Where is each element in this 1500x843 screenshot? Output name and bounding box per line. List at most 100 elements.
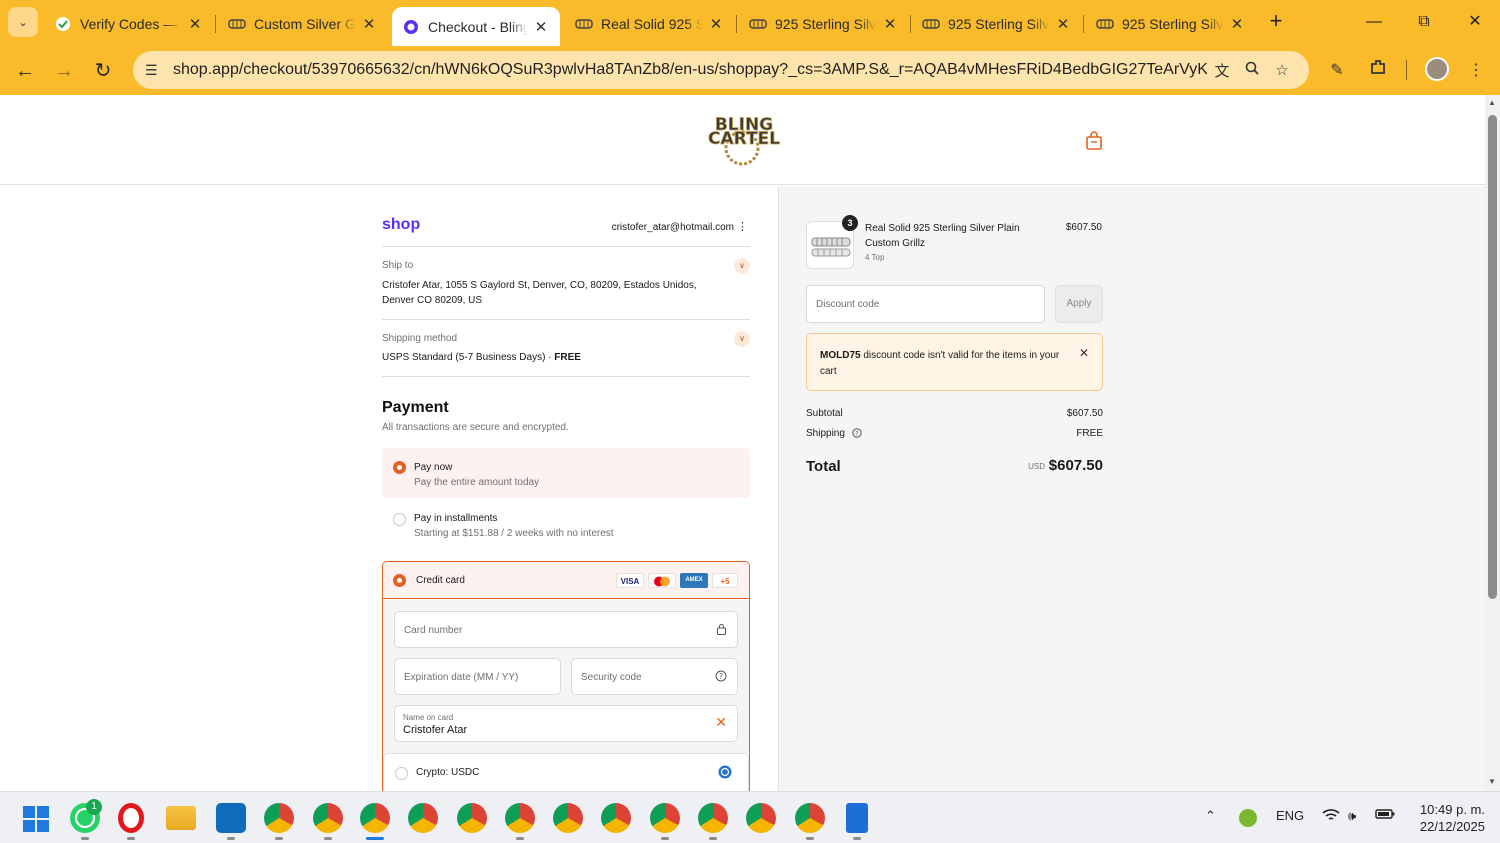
discount-code-input[interactable]: Discount code [806, 285, 1045, 323]
expiry-input[interactable]: Expiration date (MM / YY) [394, 658, 561, 695]
shopping-bag-icon[interactable] [1085, 131, 1103, 151]
credit-card-option[interactable]: Credit card VISA AMEX +5 [383, 562, 749, 599]
chrome-profile-icon-1[interactable] [264, 803, 294, 833]
close-icon[interactable]: ✕ [881, 15, 899, 33]
outlook-icon[interactable] [216, 803, 246, 833]
total-row: Total USD $607.50 [806, 456, 1103, 476]
chrome-profile-icon-9[interactable] [650, 803, 680, 833]
discount-error-alert: MOLD75 discount code isn't valid for the… [806, 333, 1103, 391]
zoom-icon[interactable] [1237, 61, 1267, 79]
bookmark-star-icon[interactable]: ☆ [1267, 61, 1297, 79]
translate-icon[interactable]: 文 [1207, 60, 1237, 81]
tab-925-sterling-3[interactable]: 925 Sterling Silve ✕ [1086, 7, 1256, 40]
close-icon[interactable]: ✕ [1054, 15, 1072, 33]
file-explorer-icon[interactable] [166, 806, 196, 830]
chrome-profile-icon-6[interactable] [505, 803, 535, 833]
scroll-down-icon[interactable]: ▼ [1488, 777, 1496, 786]
close-window-button[interactable]: ✕ [1455, 8, 1495, 36]
reload-button[interactable]: ↻ [88, 56, 118, 86]
close-icon[interactable]: ✕ [707, 15, 725, 33]
url-text[interactable]: shop.app/checkout/53970665632/cn/hWN6kOQ… [173, 61, 1207, 79]
close-icon[interactable]: ✕ [360, 15, 378, 33]
tray-app-icon[interactable] [1239, 809, 1257, 827]
tab-search-button[interactable]: ⌄ [8, 7, 38, 37]
currency-code: USD [1028, 462, 1045, 471]
opera-icon[interactable] [118, 803, 144, 833]
subtotal-row: Subtotal $607.50 [806, 408, 1103, 419]
extensions-icon[interactable] [1364, 58, 1392, 84]
shop-favicon-icon [402, 18, 420, 36]
grillz-favicon-icon [575, 15, 593, 33]
discount-code: MOLD75 [820, 350, 861, 361]
product-variant: 4 Top [865, 253, 885, 262]
chevron-down-icon[interactable]: ∨ [734, 331, 750, 347]
clear-icon[interactable]: ✕ [715, 714, 727, 731]
scrollbar-thumb[interactable] [1488, 115, 1497, 599]
tray-overflow-icon[interactable]: ⌃ [1205, 808, 1216, 824]
close-icon[interactable]: ✕ [1228, 15, 1246, 33]
tab-title: Real Solid 925 St [601, 15, 703, 32]
back-button[interactable]: ← [10, 56, 40, 86]
tab-custom-silver[interactable]: Custom Silver Gr ✕ [218, 7, 388, 40]
name-on-card-input[interactable]: Name on card Cristofer Atar ✕ [394, 705, 738, 742]
chrome-profile-icon-3[interactable] [360, 803, 390, 833]
pay-now-option[interactable]: Pay now Pay the entire amount today [382, 448, 750, 498]
bling-cartel-logo[interactable]: BLING CARTEL [698, 112, 790, 168]
browser-toolbar: ← → ↻ ☰ shop.app/checkout/53970665632/cn… [0, 46, 1500, 95]
card-number-input[interactable]: Card number [394, 611, 738, 648]
new-tab-button[interactable]: + [1264, 10, 1288, 34]
profile-avatar[interactable] [1425, 57, 1449, 81]
chrome-profile-icon-5[interactable] [457, 803, 487, 833]
chrome-profile-icon-7[interactable] [553, 803, 583, 833]
crypto-usdc-option[interactable]: Crypto: USDC [383, 753, 749, 791]
restore-button[interactable]: ⧉ [1404, 8, 1444, 36]
pay-installments-option[interactable]: Pay in installments Starting at $151.88 … [382, 499, 750, 549]
chrome-profile-icon-11[interactable] [746, 803, 776, 833]
store-header: BLING CARTEL [0, 95, 1485, 185]
apply-discount-button[interactable]: Apply [1055, 285, 1103, 323]
language-indicator[interactable]: ENG [1276, 808, 1304, 823]
tab-real-solid[interactable]: Real Solid 925 St ✕ [565, 7, 735, 40]
close-icon[interactable]: ✕ [532, 18, 550, 36]
account-menu-icon[interactable]: ⋮ [737, 220, 748, 233]
windows-start-icon[interactable] [22, 805, 50, 838]
tab-925-sterling-1[interactable]: 925 Sterling Silve ✕ [739, 7, 909, 40]
info-circle-icon[interactable]: ? [852, 428, 862, 441]
page-scrollbar[interactable]: ▲ ▼ [1485, 95, 1500, 791]
help-circle-icon[interactable]: ? [715, 670, 727, 685]
address-bar[interactable]: ☰ shop.app/checkout/53970665632/cn/hWN6k… [133, 51, 1309, 89]
tab-925-sterling-2[interactable]: 925 Sterling Silve ✕ [912, 7, 1082, 40]
pay-now-radio[interactable] [393, 461, 406, 474]
menu-kebab-icon[interactable]: ⋮ [1462, 58, 1490, 84]
chrome-profile-icon-2[interactable] [313, 803, 343, 833]
credit-card-label: Credit card [416, 575, 465, 586]
volume-icon[interactable]: 🕪 [1348, 808, 1356, 824]
tab-verify-codes[interactable]: Verify Codes — S ✕ [44, 7, 214, 40]
chrome-profile-icon-12[interactable] [795, 803, 825, 833]
chrome-profile-icon-8[interactable] [601, 803, 631, 833]
chevron-down-icon[interactable]: ∨ [734, 258, 750, 274]
close-icon[interactable]: ✕ [186, 15, 204, 33]
close-icon[interactable]: ✕ [1079, 346, 1089, 360]
tab-checkout[interactable]: Checkout - Bling ✕ [392, 7, 560, 46]
logo-text-bottom: CARTEL [708, 129, 780, 149]
option-desc: Starting at $151.88 / 2 weeks with no in… [414, 528, 614, 539]
minimize-button[interactable]: — [1354, 8, 1394, 36]
edit-icon[interactable]: ✎ [1323, 58, 1351, 84]
security-code-input[interactable]: Security code ? [571, 658, 738, 695]
amex-icon: AMEX [680, 573, 708, 588]
system-clock[interactable]: 10:49 p. m. 22/12/2025 [1405, 801, 1485, 835]
pay-installments-radio[interactable] [393, 513, 406, 526]
battery-icon[interactable] [1375, 808, 1395, 823]
ship-to-address-line1: Cristofer Atar, 1055 S Gaylord St, Denve… [382, 280, 697, 291]
ship-to-label: Ship to [382, 260, 414, 271]
crypto-radio[interactable] [395, 767, 408, 780]
scroll-up-icon[interactable]: ▲ [1488, 98, 1496, 107]
credit-card-radio[interactable] [393, 574, 406, 587]
chrome-profile-icon-10[interactable] [698, 803, 728, 833]
site-settings-icon[interactable]: ☰ [145, 62, 169, 79]
forward-button[interactable]: → [49, 56, 79, 86]
wifi-icon[interactable] [1322, 808, 1340, 825]
notepad-icon[interactable] [846, 803, 868, 833]
chrome-profile-icon-4[interactable] [408, 803, 438, 833]
